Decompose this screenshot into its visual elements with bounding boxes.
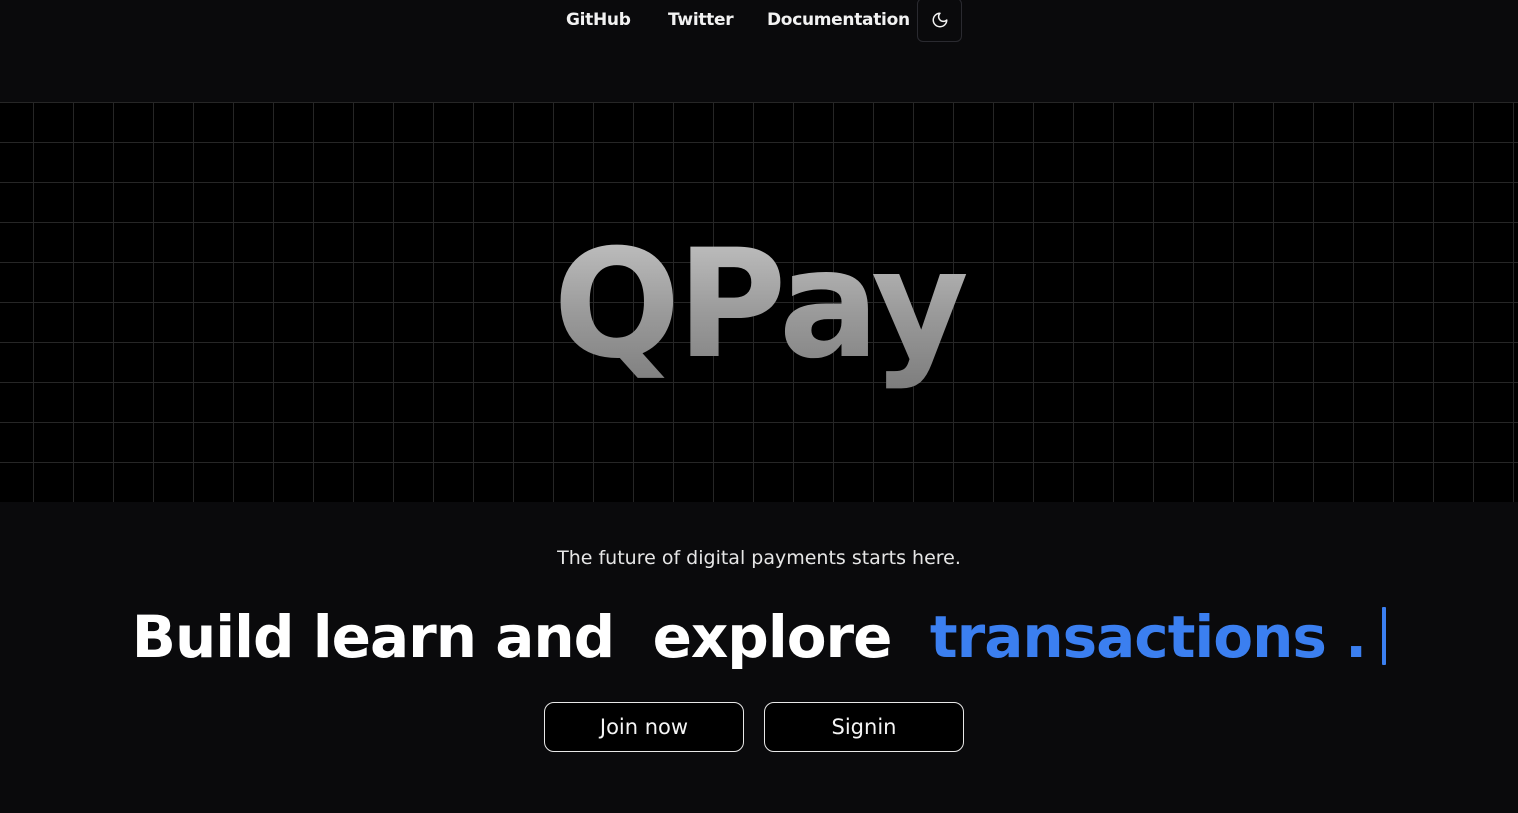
headline-part-1: Build learn and: [131, 603, 615, 671]
headline-part-2: explore: [652, 603, 893, 671]
join-now-button[interactable]: Join now: [544, 702, 744, 752]
headline: Build learn and explore transactions .: [0, 603, 1518, 671]
hero-title: QPay: [0, 220, 1518, 390]
tagline: The future of digital payments starts he…: [557, 547, 961, 569]
hero-grid: QPay: [0, 102, 1518, 502]
nav-link-twitter[interactable]: Twitter: [668, 10, 734, 30]
top-nav: GitHub Twitter Documentation: [0, 0, 1518, 42]
typing-caret: [1382, 607, 1387, 665]
signin-button[interactable]: Signin: [764, 702, 964, 752]
moon-icon: [932, 12, 947, 28]
nav-link-documentation[interactable]: Documentation: [767, 10, 910, 30]
landing-page: GitHub Twitter Documentation QPay The fu…: [0, 0, 1518, 813]
theme-toggle-button[interactable]: [917, 0, 962, 42]
nav-link-github[interactable]: GitHub: [566, 10, 631, 30]
headline-accent-word: transactions .: [929, 603, 1367, 671]
